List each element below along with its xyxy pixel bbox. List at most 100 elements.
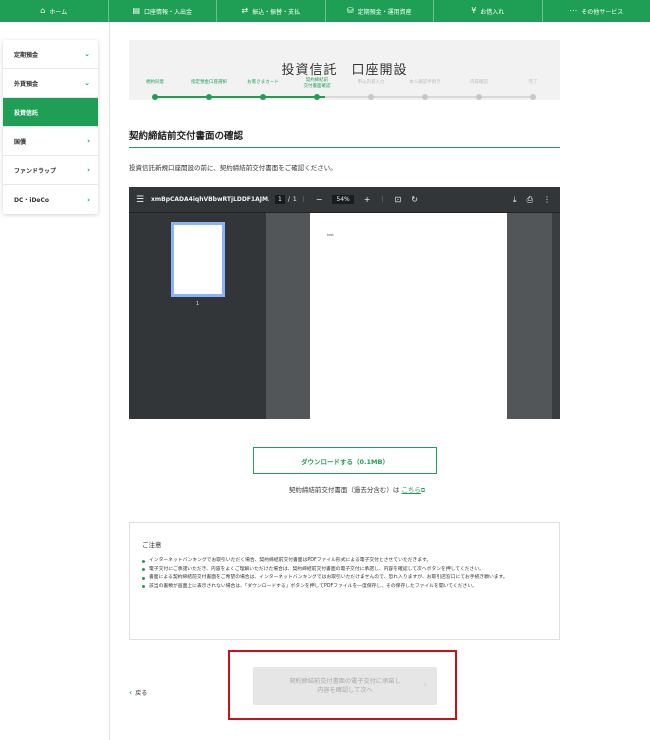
- notice-box: ご注意 インターネットバンキングでお取引いただく場合、契約締結前交付書面はPDF…: [129, 522, 560, 640]
- toolbar-separator: |: [381, 196, 384, 203]
- sidebar-item-jgb[interactable]: 国債 ›: [3, 127, 98, 156]
- passbook-icon: ▤: [132, 6, 141, 15]
- section-divider: [129, 147, 560, 148]
- sidebar-item-foreign-deposit[interactable]: 外貨預金 ⌄: [3, 69, 98, 98]
- page-thumbnail[interactable]: [171, 222, 225, 297]
- step-dot: [368, 94, 374, 100]
- page-separator: /: [287, 196, 290, 203]
- pdf-page-text: test: [327, 233, 334, 237]
- zoom-out-icon[interactable]: −: [316, 195, 323, 204]
- notice-item: インターネットバンキングでお取引いただく場合、契約締結前交付書面はPDFファイル…: [142, 557, 547, 565]
- nav-loans-label: お借入れ: [480, 8, 505, 16]
- step-dot: [314, 94, 320, 100]
- step-label: 本人確認手続き: [409, 80, 441, 85]
- progress-line-pending: [325, 96, 534, 98]
- menu-icon[interactable]: ☰: [129, 195, 151, 205]
- chevron-right-icon: ›: [423, 680, 427, 689]
- nav-transfer-label: 振込・振替・支払: [252, 8, 301, 16]
- nav-account-info-label: 口座情報・入出金: [144, 8, 193, 16]
- step-label: お客さまカード: [247, 80, 279, 85]
- thumbnail-page-number: 1: [195, 301, 200, 307]
- assets-icon: ⛁: [346, 6, 354, 15]
- nav-other-services[interactable]: ⋯ その他サービス: [543, 0, 650, 22]
- zoom-level[interactable]: 54%: [332, 195, 354, 204]
- page-header: 投資信託 口座開設: [129, 40, 560, 100]
- nav-other-services-label: その他サービス: [581, 8, 624, 16]
- print-icon[interactable]: ⎙: [527, 195, 533, 205]
- back-link-label: 戻る: [135, 690, 148, 697]
- yen-icon: ¥: [471, 6, 477, 15]
- sidebar-item-fund-wrap[interactable]: ファンドラップ ›: [3, 156, 98, 185]
- step-label: 完了: [528, 80, 538, 85]
- sidebar-item-label: 投資信託: [14, 109, 39, 117]
- step-dot: [476, 94, 482, 100]
- past-docs-link[interactable]: こちら: [401, 486, 421, 494]
- download-button[interactable]: ダウンロードする（0.1MB）: [253, 447, 437, 474]
- nav-home-label: ホーム: [49, 8, 68, 16]
- more-icon: ⋯: [569, 6, 578, 15]
- pdf-toolbar-actions: ⤓ ⎙ ⋮: [513, 195, 560, 205]
- transfer-icon: ⇄: [241, 6, 249, 15]
- home-icon: ⌂: [40, 6, 46, 15]
- fit-page-icon[interactable]: ⊡: [395, 195, 402, 204]
- global-nav: ⌂ ホーム ▤ 口座情報・入出金 ⇄ 振込・振替・支払 ⛁ 定期預金・運用資産 ¥ お借入…: [0, 0, 650, 22]
- chevron-down-icon: ⌄: [84, 50, 90, 58]
- step-label: 契約締結前 交付書面確認: [303, 78, 331, 89]
- consent-next-button[interactable]: 契約締結前交付書面の電子交付に承諾し 内容を確認して次へ ›: [253, 667, 437, 705]
- sidebar-item-label: 定期預金: [14, 51, 39, 59]
- chevron-right-icon: ›: [87, 166, 90, 174]
- notice-item: 電子交付にご承諾いただき、内容をよくご理解いただけた場合は、契約締結前交付書面の…: [142, 566, 547, 574]
- nav-deposits-assets[interactable]: ⛁ 定期預金・運用資産: [326, 0, 434, 22]
- sidebar-item-time-deposit[interactable]: 定期預金 ⌄: [3, 40, 98, 69]
- step-dot: [422, 94, 428, 100]
- progress-line-complete: [155, 96, 325, 98]
- step-label: 申込内容入力: [357, 80, 385, 85]
- step-dot: [152, 94, 158, 100]
- nav-account-info[interactable]: ▤ 口座情報・入出金: [109, 0, 217, 22]
- pdf-page: test: [310, 213, 507, 419]
- step-dot: [260, 94, 266, 100]
- sidebar-item-investment-trust[interactable]: 投資信託: [3, 98, 98, 127]
- pdf-toolbar: ☰ xmBpCADA4iqhVBbwRTjLDDF1AJM... 1 / 1 |…: [129, 187, 560, 213]
- page-total: 1: [292, 196, 297, 203]
- step-dot: [530, 94, 536, 100]
- back-link[interactable]: ‹ 戻る: [129, 688, 147, 697]
- sidebar-item-label: ファンドラップ: [14, 167, 57, 175]
- more-options-icon[interactable]: ⋮: [543, 195, 551, 205]
- chevron-right-icon: ›: [87, 137, 90, 145]
- sidebar-divider: [109, 22, 110, 740]
- sidebar-item-label: 国債: [14, 138, 27, 146]
- chevron-left-icon: ‹: [129, 688, 133, 697]
- nav-transfer[interactable]: ⇄ 振込・振替・支払: [217, 0, 326, 22]
- sidebar-item-dc-ideco[interactable]: DC・iDeCo ›: [3, 185, 98, 214]
- page-title: 投資信託 口座開設: [281, 63, 408, 78]
- pdf-scrollbar[interactable]: [552, 213, 560, 419]
- sidebar: 定期預金 ⌄ 外貨預金 ⌄ 投資信託 国債 › ファンドラップ › DC・iDeCo ›: [3, 40, 98, 214]
- nav-deposits-assets-label: 定期預金・運用資産: [357, 8, 412, 16]
- chevron-down-icon: ⌄: [84, 79, 90, 87]
- consent-button-label: 契約締結前交付書面の電子交付に承諾し 内容を確認して次へ: [289, 678, 401, 694]
- page-number-input[interactable]: 1: [275, 195, 285, 204]
- notice-item: 書面による契約締結前交付書面をご希望の場合は、インターネットバンキングではお取引…: [142, 574, 547, 582]
- chevron-right-icon: ›: [87, 195, 90, 204]
- pdf-filename: xmBpCADA4iqhVBbwRTjLDDF1AJM...: [151, 196, 269, 203]
- intro-text: 投資信託新規口座開設の前に、契約締結前交付書面をご確認ください。: [129, 164, 337, 172]
- zoom-in-icon[interactable]: +: [364, 195, 371, 204]
- step-label: 規約同意: [146, 80, 164, 85]
- past-docs-text: 契約締結前交付書面（過去分含む）は: [288, 486, 400, 494]
- download-icon[interactable]: ⤓: [513, 195, 517, 205]
- step-label: 指定預金口座選択: [191, 80, 227, 85]
- section-title: 契約締結前交付書面の確認: [129, 131, 244, 142]
- nav-loans[interactable]: ¥ お借入れ: [434, 0, 543, 22]
- rotate-icon[interactable]: ↻: [411, 195, 418, 204]
- nav-home[interactable]: ⌂ ホーム: [0, 0, 109, 22]
- past-docs-line: 契約締結前交付書面（過去分含む）は こちら⧉: [0, 484, 650, 495]
- pdf-document-area[interactable]: test: [266, 213, 560, 419]
- sidebar-item-label: DC・iDeCo: [14, 197, 50, 204]
- notice-title: ご注意: [142, 541, 162, 549]
- external-link-icon: ⧉: [420, 487, 426, 494]
- step-dot: [206, 94, 212, 100]
- pdf-viewer[interactable]: ☰ xmBpCADA4iqhVBbwRTjLDDF1AJM... 1 / 1 |…: [129, 187, 560, 419]
- sidebar-item-label: 外貨預金: [14, 80, 39, 88]
- notice-item: 該当の書類が画面上に表示されない場合は、「ダウンロードする」ボタンを押してPDF…: [142, 583, 547, 591]
